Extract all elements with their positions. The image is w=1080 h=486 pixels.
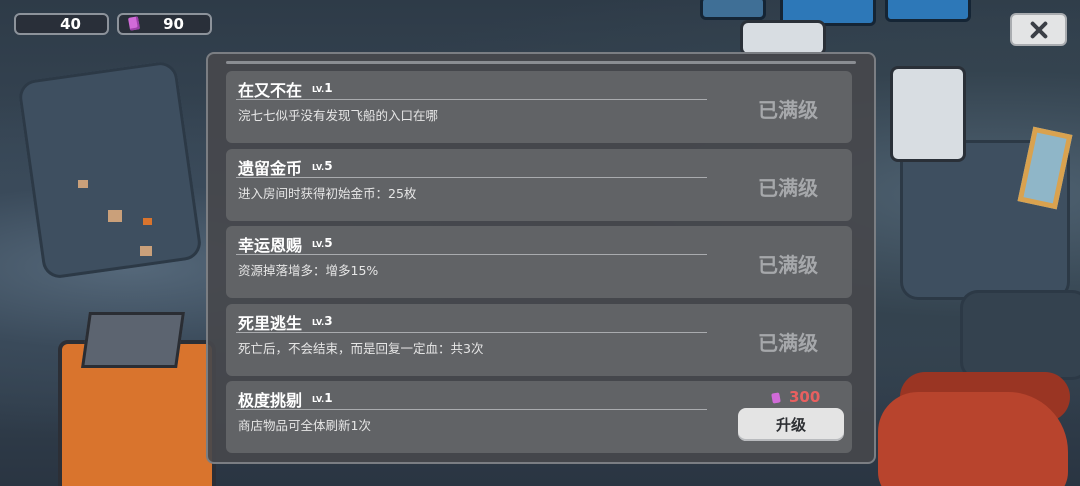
card-divider [236, 409, 707, 410]
upgrade-card: 极度挑剔 LV.1 商店物品可全体刷新1次 300 升级 [226, 381, 852, 453]
maxed-status: 已满级 [758, 253, 818, 277]
upgrade-card: 死里逃生 LV.3 死亡后，不会结束，而是回复一定血：共3次 已满级 [226, 304, 852, 376]
maxed-status: 已满级 [758, 331, 818, 355]
upgrade-cost: 300 [789, 388, 821, 406]
card-divider [236, 332, 707, 333]
upgrade-description: 浣七七似乎没有发现飞船的入口在哪 [238, 108, 439, 123]
upgrade-level: LV.5 [312, 236, 333, 250]
upgrade-title: 幸运恩赐 [238, 236, 303, 255]
gem-icon [127, 16, 141, 31]
upgrade-card: 幸运恩赐 LV.5 资源掉落增多：增多15% 已满级 [226, 226, 852, 298]
upgrade-title: 在又不在 [238, 81, 303, 100]
upgrade-description: 资源掉落增多：增多15% [238, 263, 379, 278]
upgrade-level: LV.3 [312, 314, 333, 328]
ceiling-screen [885, 0, 971, 22]
diamond-counter: 40 [14, 13, 109, 35]
gem-icon [771, 392, 781, 404]
floating-debris [143, 218, 152, 225]
maxed-status: 已满级 [758, 98, 818, 122]
upgrade-level: LV.5 [312, 159, 333, 173]
spaceship-hull-left [16, 59, 204, 281]
upgrade-button[interactable]: 升级 [738, 408, 844, 441]
machine-lid [81, 312, 185, 368]
console-desk [740, 20, 826, 56]
floating-debris [140, 246, 152, 256]
diamond-count: 40 [60, 15, 81, 33]
gem-counter: 90 [117, 13, 212, 35]
floating-debris [78, 180, 88, 188]
panel-top-divider [226, 61, 856, 64]
upgrade-panel: 在又不在 LV.1 浣七七似乎没有发现飞船的入口在哪 已满级 遗留金币 LV.5… [206, 52, 876, 464]
control-terminal [890, 66, 966, 162]
spaceship-floor-panel [960, 290, 1080, 380]
upgrade-description: 死亡后，不会结束，而是回复一定血：共3次 [238, 341, 484, 356]
upgrade-title: 死里逃生 [238, 314, 303, 333]
upgrade-level: LV.1 [312, 81, 333, 95]
close-icon [1030, 21, 1048, 39]
maxed-status: 已满级 [758, 176, 818, 200]
card-divider [236, 177, 707, 178]
upgrade-description: 商店物品可全体刷新1次 [238, 418, 371, 433]
floating-debris [108, 210, 122, 222]
ceiling-screen [700, 0, 766, 20]
upgrade-title: 遗留金币 [238, 159, 303, 178]
upgrade-title: 极度挑剔 [238, 391, 303, 410]
close-button[interactable] [1010, 13, 1067, 46]
upgrade-card: 在又不在 LV.1 浣七七似乎没有发现飞船的入口在哪 已满级 [226, 71, 852, 143]
gem-count: 90 [163, 15, 184, 33]
card-divider [236, 99, 707, 100]
card-divider [236, 254, 707, 255]
upgrade-level: LV.1 [312, 391, 333, 405]
upgrade-card: 遗留金币 LV.5 进入房间时获得初始金币：25枚 已满级 [226, 149, 852, 221]
red-sofa [878, 392, 1068, 486]
upgrade-description: 进入房间时获得初始金币：25枚 [238, 186, 417, 201]
